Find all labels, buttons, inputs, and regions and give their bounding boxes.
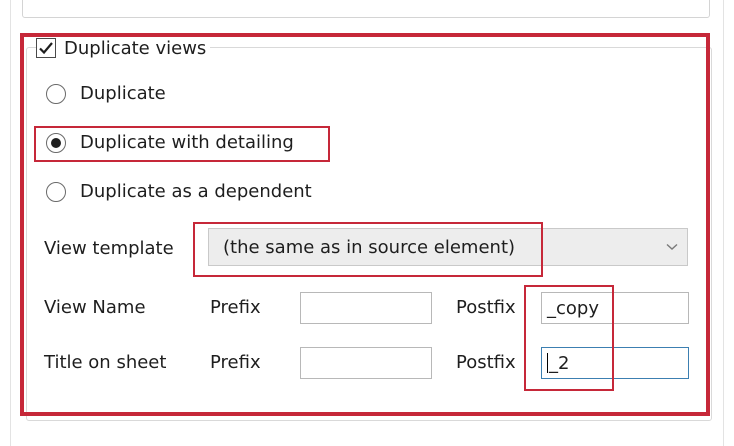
title-on-sheet-label: Title on sheet [44, 352, 167, 373]
panel-border-left [10, 0, 11, 446]
chevron-down-icon[interactable] [657, 243, 687, 251]
radio-duplicate-with-detailing[interactable]: Duplicate with detailing [46, 132, 294, 153]
radio-button-duplicate[interactable] [46, 83, 66, 104]
radio-label-duplicate-with-detailing: Duplicate with detailing [80, 132, 294, 153]
title-on-sheet-postfix-value: _2 [549, 352, 570, 374]
radio-duplicate-as-dependent[interactable]: Duplicate as a dependent [46, 181, 312, 202]
view-template-dropdown[interactable]: (the same as in source element) [208, 228, 688, 266]
radio-label-duplicate-as-dependent: Duplicate as a dependent [80, 181, 312, 202]
radio-label-duplicate: Duplicate [80, 83, 166, 104]
previous-section-panel [22, 0, 710, 18]
duplicate-views-label: Duplicate views [64, 37, 207, 59]
duplicate-views-checkbox[interactable] [36, 38, 56, 58]
view-name-postfix-input[interactable]: _copy [541, 292, 689, 324]
radio-duplicate[interactable]: Duplicate [46, 83, 166, 104]
view-name-label: View Name [44, 297, 146, 318]
panel-border-right [723, 0, 724, 446]
text-caret [547, 353, 548, 373]
radio-button-duplicate-as-dependent[interactable] [46, 181, 66, 202]
view-name-prefix-label: Prefix [210, 297, 261, 318]
view-template-label: View template [44, 238, 174, 259]
title-on-sheet-postfix-input[interactable]: _2 [541, 347, 689, 379]
title-on-sheet-prefix-input[interactable] [300, 347, 432, 379]
view-name-prefix-input[interactable] [300, 292, 432, 324]
radio-selected-dot [51, 137, 61, 148]
title-on-sheet-prefix-label: Prefix [210, 352, 261, 373]
view-name-postfix-label: Postfix [456, 297, 516, 318]
view-template-selected-value: (the same as in source element) [223, 236, 516, 258]
duplicate-views-header: Duplicate views [36, 34, 211, 62]
radio-button-duplicate-with-detailing[interactable] [46, 132, 66, 153]
title-on-sheet-postfix-label: Postfix [456, 352, 516, 373]
checkmark-icon [39, 42, 53, 55]
duplicate-views-dialog: Duplicate views Duplicate Duplicate with… [0, 0, 734, 446]
